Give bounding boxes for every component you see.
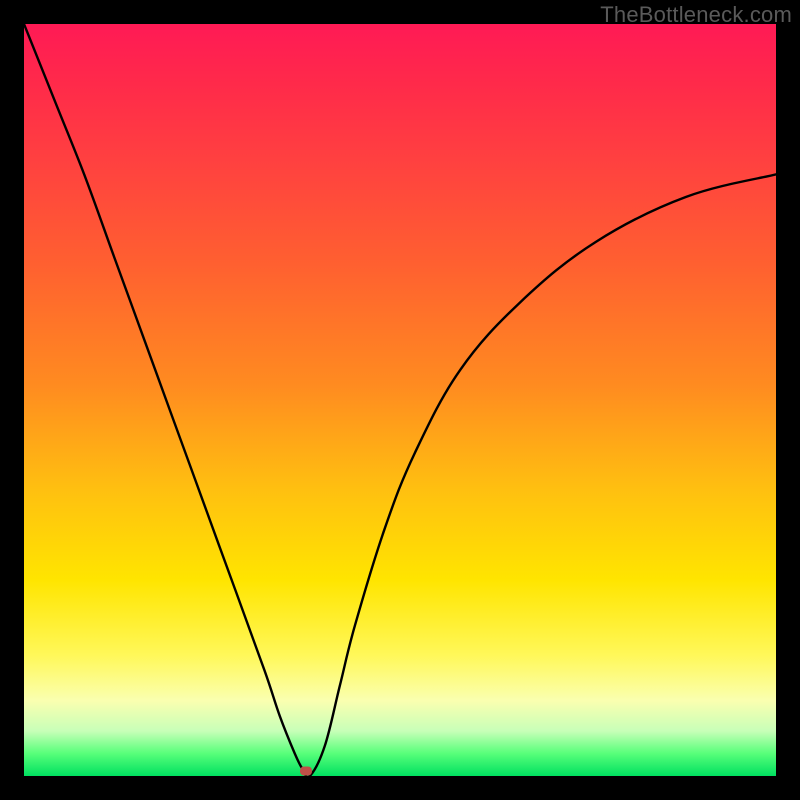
- heatmap-gradient: [24, 24, 776, 776]
- chart-frame: TheBottleneck.com: [0, 0, 800, 800]
- plot-area: [24, 24, 776, 776]
- optimal-point-marker: [300, 767, 312, 776]
